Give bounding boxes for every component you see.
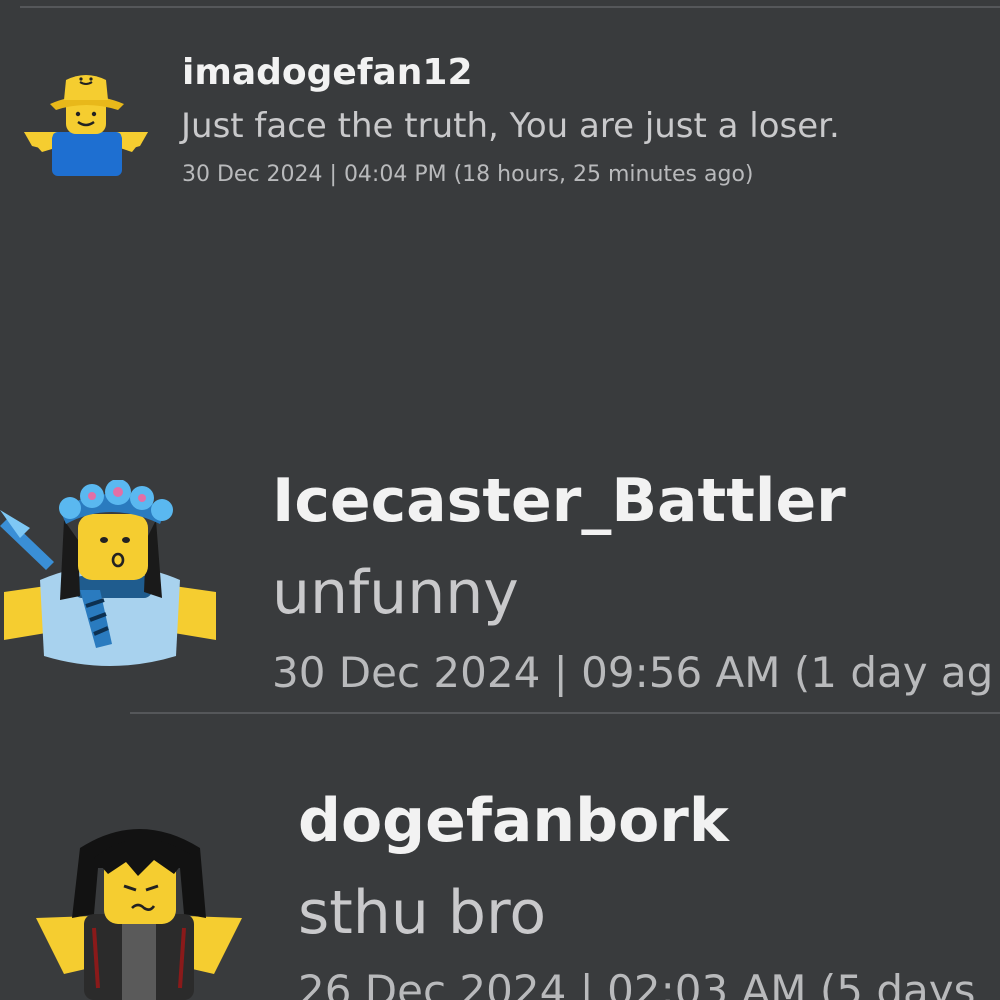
comment-username[interactable]: dogefanbork	[298, 786, 729, 856]
comments-feed: imadogefan12 Just face the truth, You ar…	[0, 0, 1000, 1000]
avatar[interactable]	[34, 818, 244, 1000]
comment-text: sthu bro	[298, 878, 547, 948]
comment-timestamp: 26 Dec 2024 | 02:03 AM (5 days	[298, 966, 976, 1000]
comment-item: dogefanbork sthu bro 26 Dec 2024 | 02:03…	[0, 0, 1000, 1000]
